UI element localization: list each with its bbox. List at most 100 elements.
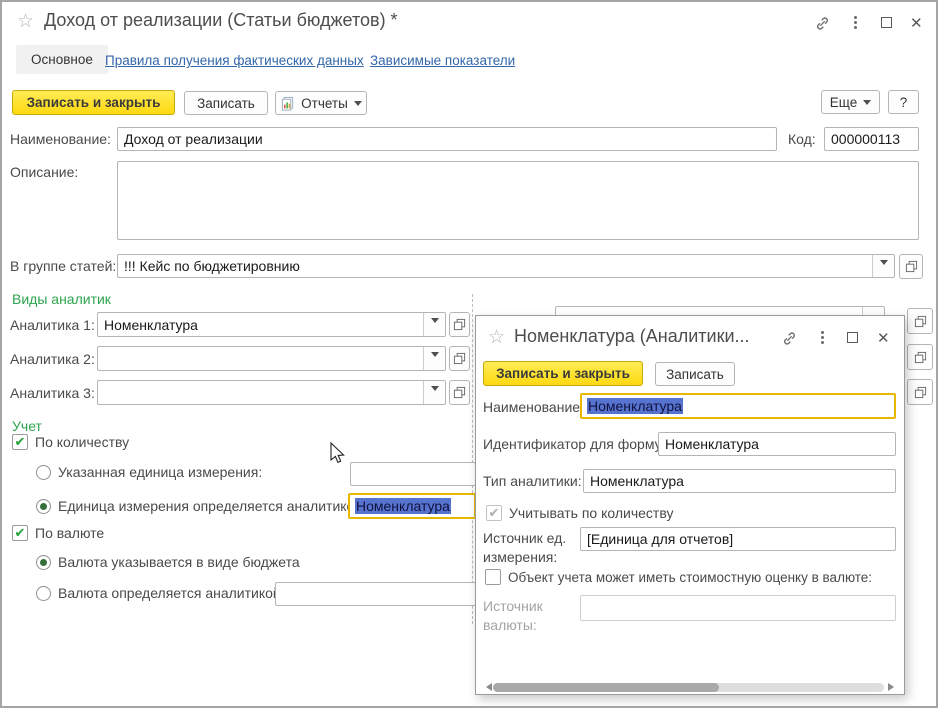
more-button[interactable]: Еще	[821, 90, 880, 114]
analytics2-open-button[interactable]	[449, 346, 470, 371]
dialog-name-label: Наименование:	[483, 399, 584, 415]
page-title: Доход от реализации (Статьи бюджетов) *	[44, 10, 398, 31]
right-field1-open-button[interactable]	[907, 308, 933, 334]
right-field2-open-button[interactable]	[907, 344, 933, 370]
analytics3-open-button[interactable]	[449, 380, 470, 405]
chevron-down-icon	[880, 260, 888, 269]
analytics1-label: Аналитика 1:	[10, 317, 95, 333]
chevron-down-icon	[354, 101, 362, 110]
formula-id-input[interactable]: Номенклатура	[658, 432, 896, 456]
radio-selected-icon	[36, 555, 51, 570]
currency-source-label: Источник валюты:	[483, 597, 568, 635]
radio-icon	[36, 465, 51, 480]
get-link-icon[interactable]	[781, 330, 798, 347]
main-window: ☆ Доход от реализации (Статьи бюджетов) …	[0, 0, 938, 708]
save-button[interactable]: Записать	[184, 91, 268, 115]
scroll-right-icon[interactable]	[888, 683, 898, 691]
favorite-star-icon[interactable]: ☆	[17, 12, 34, 31]
unit-specified-radio[interactable]: Указанная единица измерения:	[36, 464, 262, 480]
analytics-type-dialog: ☆ Номенклатура (Аналитики... ✕ Записать …	[475, 315, 905, 695]
analytics2-label: Аналитика 2:	[10, 351, 95, 367]
analytics-type-label: Тип аналитики:	[483, 473, 582, 489]
analytics-header: Виды аналитик	[12, 291, 111, 307]
analytics2-combo[interactable]	[97, 346, 446, 371]
currency-valuation-checkbox[interactable]: Объект учета может иметь стоимостную оце…	[485, 569, 872, 585]
open-items-icon	[914, 351, 927, 364]
favorite-star-icon[interactable]: ☆	[488, 328, 505, 347]
checkbox-icon	[485, 569, 501, 585]
description-textarea[interactable]	[117, 161, 919, 240]
reports-button[interactable]: Отчеты	[275, 91, 367, 115]
scrollbar-thumb[interactable]	[493, 683, 719, 692]
checkbox-disabled-icon: ✔	[486, 505, 502, 521]
dropdown-button[interactable]	[423, 347, 445, 370]
scroll-left-icon[interactable]	[482, 683, 492, 691]
unit-source-label: Источник ед. измерения:	[483, 529, 581, 567]
group-label: В группе статей:	[10, 258, 116, 274]
open-items-icon	[453, 386, 466, 399]
open-items-icon	[914, 315, 927, 328]
chevron-down-icon	[431, 352, 439, 361]
horizontal-scrollbar[interactable]	[493, 683, 884, 692]
checkbox-icon: ✔	[12, 525, 28, 541]
chevron-down-icon	[863, 100, 871, 109]
analytics-type-input[interactable]: Номенклатура	[583, 469, 896, 493]
tab-main[interactable]: Основное	[16, 45, 108, 74]
analytics3-combo[interactable]	[97, 380, 446, 405]
dialog-title: Номенклатура (Аналитики...	[514, 326, 750, 347]
open-items-icon	[453, 318, 466, 331]
checkbox-icon: ✔	[12, 434, 28, 450]
dropdown-button[interactable]	[872, 255, 894, 277]
dropdown-button[interactable]	[423, 313, 445, 336]
name-input[interactable]: Доход от реализации	[117, 127, 777, 151]
radio-selected-icon	[36, 499, 51, 514]
code-label: Код:	[788, 131, 816, 147]
currency-source-input	[580, 595, 896, 621]
nav-link-rules[interactable]: Правила получения фактических данных	[105, 53, 364, 68]
radio-icon	[36, 586, 51, 601]
analytics1-open-button[interactable]	[449, 312, 470, 337]
maximize-icon[interactable]	[847, 332, 858, 343]
nav-link-dependent[interactable]: Зависимые показатели	[370, 53, 515, 68]
accounting-header: Учет	[12, 418, 42, 434]
close-icon[interactable]: ✕	[877, 331, 890, 346]
analytics1-combo[interactable]: Номенклатура	[97, 312, 446, 337]
open-items-icon	[905, 260, 918, 273]
unit-source-input[interactable]: [Единица для отчетов]	[580, 527, 896, 551]
formula-id-label: Идентификатор для формул:	[483, 436, 673, 452]
open-items-icon	[453, 352, 466, 365]
analytics3-label: Аналитика 3:	[10, 385, 95, 401]
group-combo[interactable]: !!! Кейс по бюджетировнию	[117, 254, 895, 278]
description-label: Описание:	[10, 164, 78, 180]
help-button[interactable]: ?	[888, 90, 919, 114]
dropdown-button[interactable]	[423, 381, 445, 404]
by-quantity-checkbox[interactable]: ✔ По количеству	[12, 434, 129, 450]
dialog-name-input[interactable]: Номенклатура	[580, 393, 896, 419]
name-label: Наименование:	[10, 131, 111, 147]
unit-by-analytics-radio[interactable]: Единица измерения определяется аналитико…	[36, 498, 366, 514]
pane-splitter[interactable]	[472, 294, 473, 624]
count-checkbox: ✔ Учитывать по количеству	[486, 505, 673, 521]
dialog-save-button[interactable]: Записать	[655, 362, 735, 386]
open-items-icon	[914, 386, 927, 399]
right-field3-open-button[interactable]	[907, 379, 933, 405]
dialog-save-close-button[interactable]: Записать и закрыть	[483, 361, 643, 386]
maximize-icon[interactable]	[881, 17, 892, 28]
code-input[interactable]: 000000113	[824, 127, 919, 151]
save-close-button[interactable]: Записать и закрыть	[12, 90, 175, 115]
currency-by-analytics-radio[interactable]: Валюта определяется аналитикой:	[36, 585, 285, 601]
currency-by-analytics-input[interactable]	[275, 582, 476, 606]
close-icon[interactable]: ✕	[910, 16, 923, 31]
mouse-cursor	[329, 442, 349, 469]
group-open-button[interactable]	[899, 254, 923, 279]
chevron-down-icon	[431, 386, 439, 395]
chevron-down-icon	[431, 318, 439, 327]
get-link-icon[interactable]	[814, 15, 831, 32]
window-menu-icon[interactable]	[821, 331, 824, 334]
unit-specified-input[interactable]	[350, 462, 476, 486]
report-icon	[280, 96, 295, 111]
window-menu-icon[interactable]	[854, 16, 857, 19]
by-currency-checkbox[interactable]: ✔ По валюте	[12, 525, 104, 541]
unit-by-analytics-input[interactable]: Номенклатура	[348, 493, 476, 519]
currency-budget-radio[interactable]: Валюта указывается в виде бюджета	[36, 554, 300, 570]
